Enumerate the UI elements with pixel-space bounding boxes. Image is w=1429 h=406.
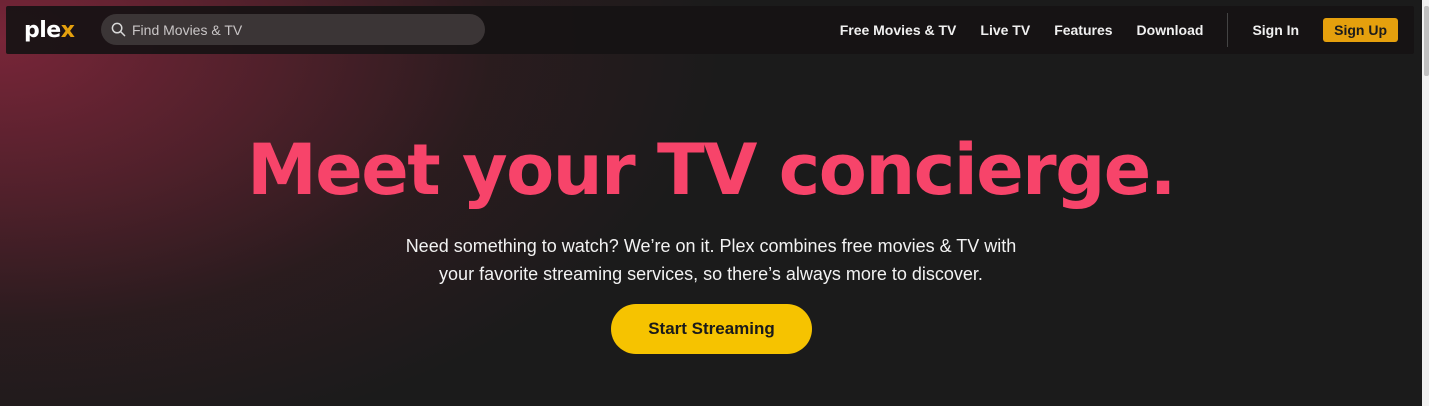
scrollbar-thumb[interactable] <box>1424 6 1429 76</box>
search-input[interactable] <box>132 21 462 38</box>
sign-in-link[interactable]: Sign In <box>1252 22 1299 38</box>
page-scrollbar[interactable] <box>1422 0 1429 406</box>
plex-logo[interactable]: ple x <box>24 17 75 43</box>
nav-divider <box>1227 13 1229 47</box>
nav-links: Free Movies & TV Live TV Features Downlo… <box>840 6 1414 54</box>
logo-text: ple <box>24 17 61 43</box>
hero-subtext-line-2: your favorite streaming services, so the… <box>439 264 983 284</box>
logo-accent: x <box>60 17 75 43</box>
page: plex Free Movies & TV Live TV Features D… <box>0 0 1429 406</box>
nav-link-free-movies-tv[interactable]: Free Movies & TV <box>840 22 957 38</box>
search-icon <box>110 22 126 38</box>
hero-subtext-line-1: Need something to watch? We’re on it. Pl… <box>405 236 1017 256</box>
hero-subtext: Need something to watch? We’re on it. Pl… <box>0 232 1422 288</box>
top-navbar: plex Free Movies & TV Live TV Features D… <box>6 6 1414 54</box>
start-streaming-button[interactable]: Start Streaming <box>611 304 812 354</box>
nav-link-features[interactable]: Features <box>1054 22 1112 38</box>
nav-link-download[interactable]: Download <box>1137 22 1204 38</box>
search-bar[interactable] <box>101 14 485 45</box>
nav-link-live-tv[interactable]: Live TV <box>980 22 1030 38</box>
sign-up-button[interactable]: Sign Up <box>1323 18 1398 42</box>
hero-headline: Meet your TV concierge. <box>247 129 1176 211</box>
